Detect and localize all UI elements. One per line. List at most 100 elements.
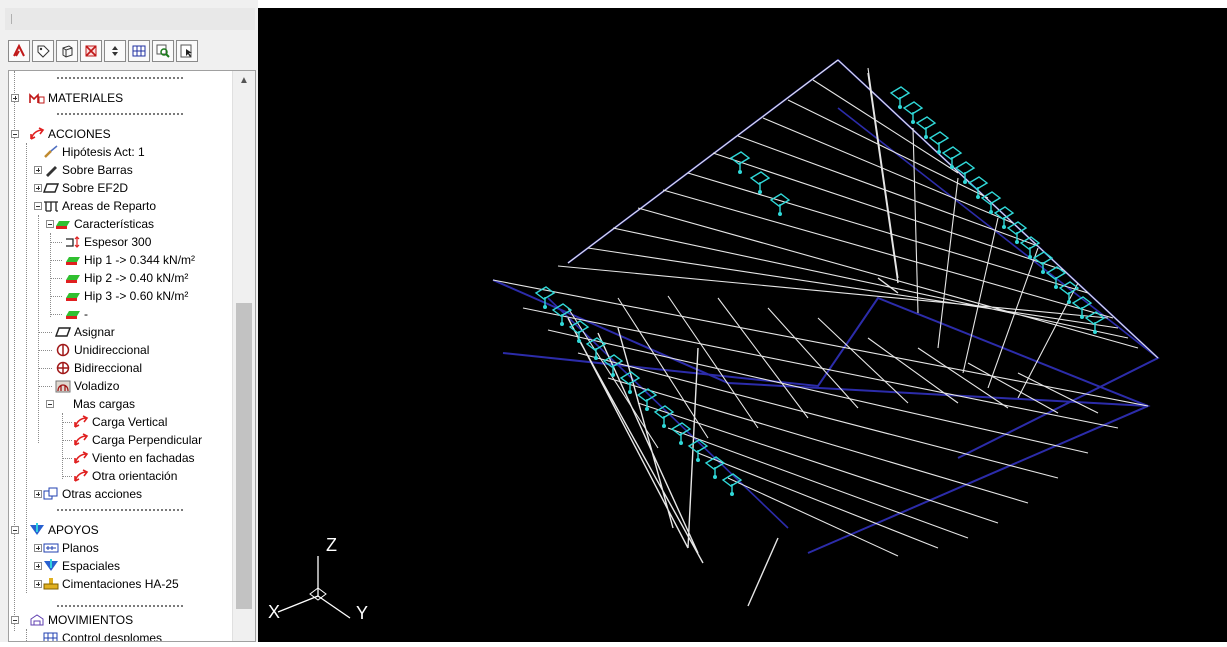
unidirectional-icon — [55, 343, 71, 357]
expand-toggle[interactable] — [34, 184, 42, 192]
plate-icon — [55, 325, 71, 339]
tree-item-otras-acciones[interactable]: Otras acciones — [43, 485, 142, 503]
expand-toggle[interactable] — [11, 94, 19, 102]
tree-item-viento-fachadas[interactable]: Viento en fachadas — [73, 449, 195, 467]
collapse-toggle[interactable] — [46, 220, 54, 228]
thickness-icon — [65, 235, 81, 249]
scrollbar-thumb[interactable] — [236, 303, 252, 609]
support-symbol — [769, 193, 791, 216]
slab-load-icon — [65, 271, 81, 285]
bidirectional-icon — [55, 361, 71, 375]
materials-icon — [29, 91, 45, 105]
panel-grip-bar[interactable] — [5, 8, 255, 30]
tree-item-mas-cargas[interactable]: Mas cargas — [73, 395, 135, 413]
tree-item-espaciales[interactable]: Espaciales — [43, 557, 120, 575]
tree-item-apoyos[interactable]: APOYOS — [29, 521, 99, 539]
slab-load-icon — [55, 217, 71, 231]
support-symbol — [687, 439, 709, 462]
pointer-box-icon[interactable] — [176, 40, 198, 62]
foundation-icon — [43, 577, 59, 591]
support-symbol — [749, 171, 771, 194]
expand-toggle[interactable] — [34, 490, 42, 498]
tree-item-hipotesis-act[interactable]: Hipótesis Act: 1 — [43, 143, 145, 161]
tree-item-planos[interactable]: Planos — [43, 539, 99, 557]
left-panel: MATERIALES ACCIONES Hipótesis Act: 1 Sob… — [0, 0, 258, 642]
tree-item-bidireccional[interactable]: Bidireccional — [55, 359, 142, 377]
delete-box-icon[interactable] — [80, 40, 102, 62]
load-arrows-icon — [29, 127, 45, 141]
tree-item-otra-orientacion[interactable]: Otra orientación — [73, 467, 177, 485]
collapse-toggle[interactable] — [34, 202, 42, 210]
structure-3d-view[interactable]: Z Y X — [258, 8, 1227, 642]
slab-load-icon — [65, 289, 81, 303]
collapse-toggle[interactable] — [11, 526, 19, 534]
support-symbol — [1084, 311, 1106, 334]
scroll-up-arrow-icon[interactable]: ▲ — [233, 71, 255, 89]
movements-icon — [29, 613, 45, 627]
model-tree: MATERIALES ACCIONES Hipótesis Act: 1 Sob… — [8, 70, 256, 642]
zoom-box-icon[interactable] — [152, 40, 174, 62]
separator — [57, 509, 183, 511]
load-arrows-icon — [73, 469, 89, 483]
box-icon[interactable] — [56, 40, 78, 62]
tree-item-hip-3[interactable]: Hip 3 -> 0.60 kN/m² — [65, 287, 188, 305]
load-arrows-icon — [73, 451, 89, 465]
axes-gizmo: Z Y X — [268, 535, 368, 623]
plate-icon — [43, 181, 59, 195]
tree-item-hip-1[interactable]: Hip 1 -> 0.344 kN/m² — [65, 251, 195, 269]
tree-item-materiales[interactable]: MATERIALES — [29, 89, 123, 107]
expand-toggle[interactable] — [34, 562, 42, 570]
support-symbol — [721, 473, 743, 496]
support-symbol — [889, 86, 911, 109]
separator — [57, 77, 183, 79]
tree-item-new-hypothesis[interactable]: - — [65, 305, 88, 323]
load-arrows-icon — [73, 415, 89, 429]
tree-item-acciones[interactable]: ACCIONES — [29, 125, 111, 143]
tree-item-carga-perpendicular[interactable]: Carga Perpendicular — [73, 431, 202, 449]
tree-item-unidireccional[interactable]: Unidireccional — [55, 341, 149, 359]
axis-x-label: X — [268, 602, 280, 622]
lambda-icon[interactable] — [8, 40, 30, 62]
collapse-toggle[interactable] — [46, 400, 54, 408]
brush-icon — [43, 145, 59, 159]
support-symbol — [902, 101, 924, 124]
support-icon — [29, 523, 45, 537]
axis-y-label: Y — [356, 603, 368, 623]
tree-item-voladizo[interactable]: Voladizo — [55, 377, 119, 395]
tree-scrollbar[interactable]: ▲ — [232, 71, 255, 641]
3d-viewport[interactable]: Z Y X — [258, 8, 1227, 642]
areas-icon — [43, 199, 59, 213]
axis-z-label: Z — [326, 535, 337, 555]
expand-toggle[interactable] — [34, 166, 42, 174]
expand-toggle[interactable] — [34, 580, 42, 588]
plane-support-icon — [43, 541, 59, 555]
wireframe-mesh — [492, 58, 1160, 607]
tree-item-sobre-barras[interactable]: Sobre Barras — [43, 161, 133, 179]
tag-icon[interactable] — [32, 40, 54, 62]
other-actions-icon — [43, 487, 59, 501]
grid-icon — [43, 631, 59, 641]
slab-load-icon — [65, 307, 81, 321]
bar-icon — [43, 163, 59, 177]
load-arrows-icon — [73, 433, 89, 447]
tree-item-espesor[interactable]: Espesor 300 — [65, 233, 151, 251]
tree-item-sobre-ef2d[interactable]: Sobre EF2D — [43, 179, 128, 197]
support-icon — [43, 559, 59, 573]
tree-item-caracteristicas[interactable]: Características — [55, 215, 154, 233]
cantilever-icon — [55, 379, 71, 393]
tree-item-asignar[interactable]: Asignar — [55, 323, 115, 341]
tree-item-movimientos[interactable]: MOVIMIENTOS — [29, 611, 133, 629]
separator — [57, 113, 183, 115]
collapse-toggle[interactable] — [11, 130, 19, 138]
tree-item-hip-2[interactable]: Hip 2 -> 0.40 kN/m² — [65, 269, 188, 287]
toolbar — [8, 40, 198, 64]
spin-icon[interactable] — [104, 40, 126, 62]
tree-item-areas-reparto[interactable]: Areas de Reparto — [43, 197, 156, 215]
tree-item-control-desplomes[interactable]: Control desplomes — [43, 629, 162, 641]
separator — [57, 605, 183, 607]
expand-toggle[interactable] — [34, 544, 42, 552]
grid-icon[interactable] — [128, 40, 150, 62]
collapse-toggle[interactable] — [11, 616, 19, 624]
tree-item-carga-vertical[interactable]: Carga Vertical — [73, 413, 167, 431]
tree-item-cimentaciones[interactable]: Cimentaciones HA-25 — [43, 575, 179, 593]
